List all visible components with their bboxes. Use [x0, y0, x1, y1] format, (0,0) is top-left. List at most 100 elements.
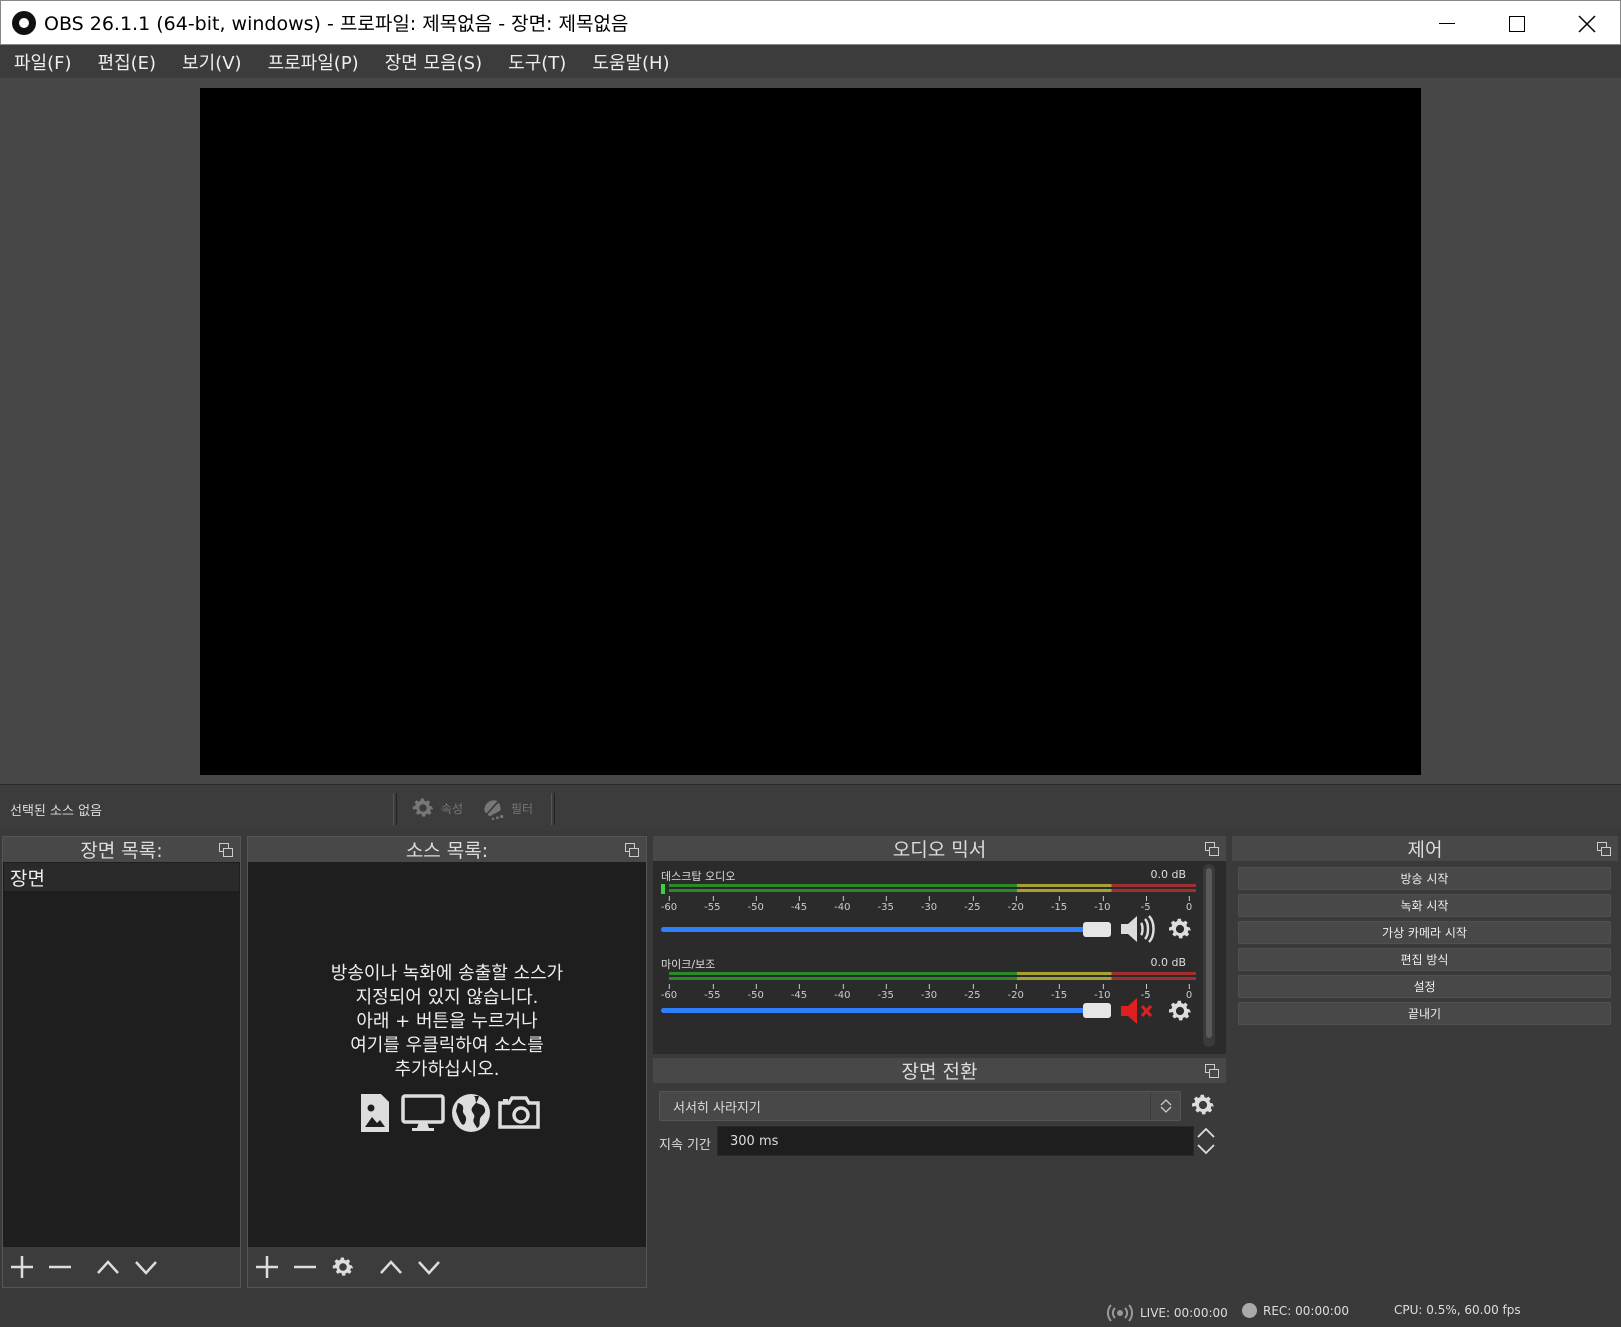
meter-tick-label: -40 [834, 896, 851, 913]
remove-source-button[interactable] [286, 1248, 324, 1286]
undock-icon[interactable] [1205, 1064, 1219, 1078]
add-scene-button[interactable] [3, 1248, 41, 1286]
properties-button[interactable]: 속성 [410, 795, 463, 821]
cpu-fps: CPU: 0.5%, 60.00 fps [1394, 1303, 1521, 1317]
meter-tick-label: 0 [1186, 896, 1192, 913]
controls-dock: 제어 방송 시작 녹화 시작 가상 카메라 시작 편집 방식 설정 끝내기 [1232, 836, 1618, 1288]
preview-canvas[interactable] [200, 88, 1421, 775]
toolbar-separator [393, 793, 397, 825]
scenes-dock: 장면 목록: 장면 [2, 836, 241, 1288]
add-source-button[interactable] [248, 1248, 286, 1286]
muted-speaker-icon[interactable] [1119, 996, 1155, 1026]
meter-tick-label: -40 [834, 984, 851, 1001]
sources-dock-title: 소스 목록: [248, 837, 646, 862]
minimize-button[interactable] [1412, 1, 1482, 46]
volume-slider[interactable] [661, 1000, 1111, 1020]
source-toolbar: 선택된 소스 없음 속성 필터 [0, 784, 1621, 830]
volume-slider[interactable] [661, 919, 1111, 939]
gear-icon[interactable] [1189, 1091, 1217, 1119]
meter-tick-label: -60 [661, 984, 677, 1001]
move-scene-up-button[interactable] [89, 1248, 127, 1286]
scene-transitions-dock: 장면 전환 서서히 사라지기 지속 기간 300 ms [653, 1058, 1226, 1288]
move-source-down-button[interactable] [410, 1248, 448, 1286]
undock-icon[interactable] [1597, 842, 1611, 856]
meter-tick-label: -50 [747, 984, 764, 1001]
duration-field[interactable]: 300 ms [717, 1126, 1194, 1156]
meter-tick-label: -45 [791, 984, 807, 1001]
no-sources-line: 아래 + 버튼을 누르거나 [356, 1011, 538, 1032]
transition-selected-value: 서서히 사라지기 [673, 1100, 761, 1116]
peak-indicator [661, 884, 665, 894]
mixer-scrollbar[interactable] [1203, 864, 1215, 1047]
settings-button[interactable]: 설정 [1238, 975, 1611, 998]
source-properties-button[interactable] [324, 1248, 362, 1286]
close-icon [1578, 14, 1596, 33]
menu-file[interactable]: 파일(F) [2, 49, 84, 75]
chevron-up-icon [380, 1260, 402, 1274]
menu-edit[interactable]: 편집(E) [86, 49, 169, 75]
chevron-up-icon[interactable] [1195, 1126, 1217, 1140]
undock-icon[interactable] [219, 843, 233, 857]
menu-scene-collection[interactable]: 장면 모음(S) [373, 49, 494, 75]
meter-tick-label: -15 [1051, 896, 1067, 913]
meter-tick-label: -50 [747, 896, 764, 913]
plus-icon [256, 1256, 278, 1278]
meter-tick-label: -25 [964, 984, 981, 1001]
no-sources-message[interactable]: 방송이나 녹화에 송출할 소스가 지정되어 있지 않습니다. 아래 + 버튼을 … [248, 962, 646, 1082]
menu-view[interactable]: 보기(V) [170, 49, 253, 75]
transitions-dock-title: 장면 전환 [653, 1058, 1226, 1083]
transition-select[interactable]: 서서히 사라지기 [659, 1091, 1181, 1121]
no-source-selected-label: 선택된 소스 없음 [10, 804, 102, 819]
globe-icon [452, 1094, 490, 1132]
gear-icon[interactable] [1166, 915, 1194, 943]
live-timer: LIVE: 00:00:00 [1140, 1306, 1228, 1320]
minimize-icon [1439, 22, 1455, 25]
filters-label: 필터 [511, 801, 534, 816]
channel-name: 마이크/보조 [661, 958, 716, 971]
chevron-down-icon[interactable] [1195, 1142, 1217, 1156]
start-streaming-button[interactable]: 방송 시작 [1238, 867, 1611, 890]
menu-profile[interactable]: 프로파일(P) [256, 49, 371, 75]
menu-help[interactable]: 도움말(H) [580, 49, 681, 75]
source-type-icons [353, 1091, 541, 1135]
mixer-dock-title: 오디오 믹서 [653, 836, 1226, 861]
scene-list-item[interactable]: 장면 [4, 863, 239, 891]
undock-icon[interactable] [1205, 842, 1219, 856]
display-icon [401, 1094, 445, 1131]
filters-button[interactable]: 필터 [480, 795, 533, 821]
properties-label: 속성 [441, 801, 464, 816]
move-scene-down-button[interactable] [127, 1248, 165, 1286]
no-sources-line: 추가하십시오. [394, 1059, 500, 1080]
close-button[interactable] [1552, 1, 1621, 46]
studio-mode-button[interactable]: 편집 방식 [1238, 948, 1611, 971]
start-virtual-camera-button[interactable]: 가상 카메라 시작 [1238, 921, 1611, 944]
slider-handle[interactable] [1083, 922, 1111, 937]
move-source-up-button[interactable] [372, 1248, 410, 1286]
volume-meter [669, 972, 1196, 982]
meter-tick-label: -10 [1094, 984, 1111, 1001]
exit-button[interactable]: 끝내기 [1238, 1002, 1611, 1025]
gear-icon[interactable] [1166, 997, 1194, 1025]
scene-list: 장면 [4, 863, 239, 1251]
transitions-title: 장면 전환 [901, 1061, 978, 1083]
remove-scene-button[interactable] [41, 1248, 79, 1286]
broadcast-icon [1107, 1304, 1133, 1322]
controls-title: 제어 [1407, 839, 1443, 861]
scenes-dock-title: 장면 목록: [3, 837, 240, 862]
select-arrows-icon [1150, 1092, 1180, 1120]
meter-tick-label: -45 [791, 896, 807, 913]
maximize-button[interactable] [1482, 1, 1552, 46]
speaker-icon[interactable] [1119, 914, 1155, 944]
menu-tools[interactable]: 도구(T) [496, 49, 578, 75]
record-dot-icon [1242, 1303, 1257, 1318]
slider-handle[interactable] [1083, 1003, 1111, 1018]
sources-dock: 소스 목록: 방송이나 녹화에 송출할 소스가 지정되어 있지 않습니다. 아래… [247, 836, 647, 1288]
menu-bar: 파일(F) 편집(E) 보기(V) 프로파일(P) 장면 모음(S) 도구(T)… [0, 45, 1621, 78]
no-sources-line: 방송이나 녹화에 송출할 소스가 [330, 963, 564, 984]
plus-icon [11, 1256, 33, 1278]
start-recording-button[interactable]: 녹화 시작 [1238, 894, 1611, 917]
undock-icon[interactable] [625, 843, 639, 857]
duration-stepper[interactable] [1194, 1126, 1218, 1156]
preview-area [0, 78, 1621, 784]
gear-icon [412, 798, 434, 817]
